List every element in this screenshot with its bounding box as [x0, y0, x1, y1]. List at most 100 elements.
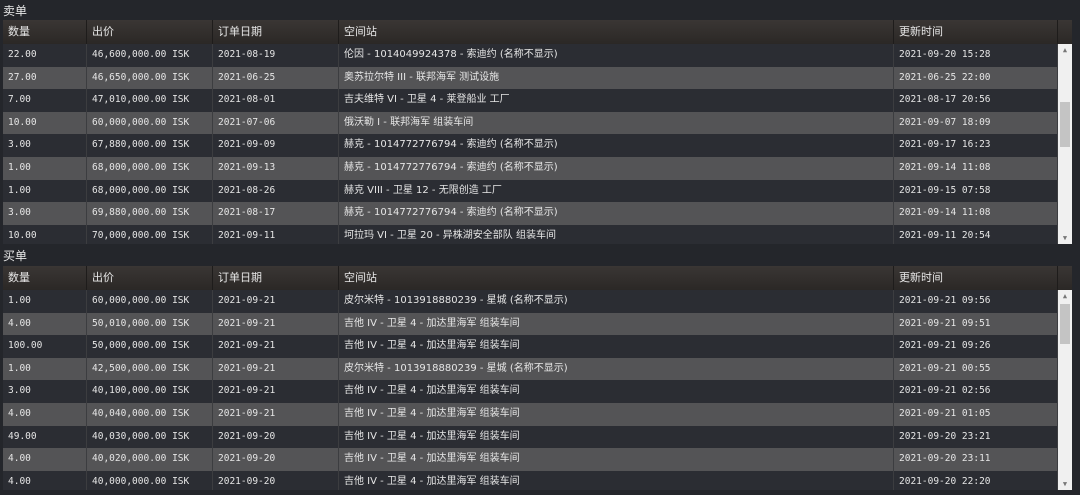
table-row[interactable]: 4.00 40,000,000.00 ISK 2021-09-20 吉他 IV - 卫… — [3, 470, 1072, 490]
quantity-cell: 10.00 — [3, 224, 87, 244]
table-row[interactable]: 3.00 67,880,000.00 ISK 2021-09-09 赫克 - 1014… — [3, 134, 1072, 157]
price-cell: 40,030,000.00 ISK — [87, 425, 213, 449]
station-cell: 吉他 IV - 卫星 4 - 加达里海军 组装车间 — [339, 448, 894, 471]
price-cell: 70,000,000.00 ISK — [87, 224, 213, 244]
updated-cell: 2021-09-21 09:51 — [894, 312, 1058, 336]
table-row[interactable]: 10.00 70,000,000.00 ISK 2021-09-11 坷拉玛 VI -… — [3, 224, 1072, 244]
scroll-down-icon[interactable]: ▼ — [1058, 232, 1072, 244]
price-cell: 40,020,000.00 ISK — [87, 448, 213, 471]
table-row[interactable]: 10.00 60,000,000.00 ISK 2021-07-06 俄沃勒 I - … — [3, 111, 1072, 135]
table-row[interactable]: 22.00 46,600,000.00 ISK 2021-08-19 伦因 - 101… — [3, 44, 1072, 67]
table-row[interactable]: 1.00 42,500,000.00 ISK 2021-09-21 皮尔米特 - 10… — [3, 357, 1072, 381]
scrollbar-thumb[interactable] — [1060, 304, 1070, 344]
scroll-up-icon[interactable]: ▲ — [1058, 44, 1072, 56]
table-header: 数量 出价 订单日期 空间站 更新时间 — [3, 20, 1072, 44]
updated-cell: 2021-09-20 22:20 — [894, 470, 1058, 490]
table-row[interactable]: 4.00 50,010,000.00 ISK 2021-09-21 吉他 IV - 卫… — [3, 312, 1072, 336]
scrollbar-thumb[interactable] — [1060, 102, 1070, 148]
price-cell: 47,010,000.00 ISK — [87, 89, 213, 112]
quantity-cell: 1.00 — [3, 156, 87, 180]
quantity-cell: 3.00 — [3, 380, 87, 403]
sell-orders-table: 数量 出价 订单日期 空间站 更新时间 22.00 46,600,000.00 I… — [3, 20, 1072, 244]
column-header-quantity[interactable]: 数量 — [3, 266, 87, 290]
scrollbar[interactable]: ▲ ▼ — [1058, 290, 1072, 490]
quantity-cell: 1.00 — [3, 179, 87, 203]
table-row[interactable]: 1.00 60,000,000.00 ISK 2021-09-21 皮尔米特 - 10… — [3, 290, 1072, 313]
station-cell: 吉他 IV - 卫星 4 - 加达里海军 组装车间 — [339, 335, 894, 358]
price-cell: 46,650,000.00 ISK — [87, 66, 213, 90]
price-cell: 60,000,000.00 ISK — [87, 111, 213, 135]
column-header-order-date[interactable]: 订单日期 — [213, 266, 339, 290]
station-cell: 皮尔米特 - 1013918880239 - 星城 (名称不显示) — [339, 290, 894, 313]
sell-orders-title: 卖单 — [3, 4, 28, 18]
column-header-updated[interactable]: 更新时间 — [894, 20, 1058, 44]
quantity-cell: 100.00 — [3, 335, 87, 358]
order-date-cell: 2021-08-17 — [213, 202, 339, 225]
price-cell: 68,000,000.00 ISK — [87, 179, 213, 203]
order-date-cell: 2021-08-26 — [213, 179, 339, 203]
scroll-down-icon[interactable]: ▼ — [1058, 478, 1072, 490]
order-date-cell: 2021-09-13 — [213, 156, 339, 180]
table-row[interactable]: 49.00 40,030,000.00 ISK 2021-09-20 吉他 IV - … — [3, 425, 1072, 449]
price-cell: 46,600,000.00 ISK — [87, 44, 213, 67]
station-cell: 皮尔米特 - 1013918880239 - 星城 (名称不显示) — [339, 357, 894, 381]
updated-cell: 2021-09-14 11:08 — [894, 202, 1058, 225]
order-date-cell: 2021-09-21 — [213, 312, 339, 336]
updated-cell: 2021-09-07 18:09 — [894, 111, 1058, 135]
quantity-cell: 4.00 — [3, 470, 87, 490]
updated-cell: 2021-09-20 15:28 — [894, 44, 1058, 67]
updated-cell: 2021-09-21 09:26 — [894, 335, 1058, 358]
table-row[interactable]: 1.00 68,000,000.00 ISK 2021-08-26 赫克 VIII -… — [3, 179, 1072, 203]
column-header-price[interactable]: 出价 — [87, 20, 213, 44]
column-header-station[interactable]: 空间站 — [339, 266, 894, 290]
scrollbar[interactable]: ▲ ▼ — [1058, 44, 1072, 244]
scroll-up-icon[interactable]: ▲ — [1058, 290, 1072, 302]
price-cell: 50,000,000.00 ISK — [87, 335, 213, 358]
table-row[interactable]: 4.00 40,040,000.00 ISK 2021-09-21 吉他 IV - 卫… — [3, 402, 1072, 426]
order-date-cell: 2021-09-09 — [213, 134, 339, 157]
table-row[interactable]: 3.00 40,100,000.00 ISK 2021-09-21 吉他 IV - 卫… — [3, 380, 1072, 403]
order-date-cell: 2021-09-21 — [213, 335, 339, 358]
price-cell: 50,010,000.00 ISK — [87, 312, 213, 336]
table-row[interactable]: 100.00 50,000,000.00 ISK 2021-09-21 吉他 IV -… — [3, 335, 1072, 358]
price-cell: 40,100,000.00 ISK — [87, 380, 213, 403]
updated-cell: 2021-06-25 22:00 — [894, 66, 1058, 90]
table-body: 1.00 60,000,000.00 ISK 2021-09-21 皮尔米特 - 10… — [3, 290, 1072, 490]
table-row[interactable]: 4.00 40,020,000.00 ISK 2021-09-20 吉他 IV - 卫… — [3, 448, 1072, 471]
order-date-cell: 2021-09-21 — [213, 380, 339, 403]
table-row[interactable]: 7.00 47,010,000.00 ISK 2021-08-01 吉夫维特 VI -… — [3, 89, 1072, 112]
column-header-price[interactable]: 出价 — [87, 266, 213, 290]
column-header-order-date[interactable]: 订单日期 — [213, 20, 339, 44]
quantity-cell: 27.00 — [3, 66, 87, 90]
updated-cell: 2021-09-17 16:23 — [894, 134, 1058, 157]
quantity-cell: 7.00 — [3, 89, 87, 112]
order-date-cell: 2021-09-20 — [213, 425, 339, 449]
station-cell: 吉他 IV - 卫星 4 - 加达里海军 组装车间 — [339, 470, 894, 490]
station-cell: 吉他 IV - 卫星 4 - 加达里海军 组装车间 — [339, 380, 894, 403]
updated-cell: 2021-09-20 23:21 — [894, 425, 1058, 449]
updated-cell: 2021-09-15 07:58 — [894, 179, 1058, 203]
updated-cell: 2021-09-11 20:54 — [894, 224, 1058, 244]
table-header: 数量 出价 订单日期 空间站 更新时间 — [3, 266, 1072, 290]
station-cell: 坷拉玛 VI - 卫星 20 - 异株湖安全部队 组装车间 — [339, 224, 894, 244]
updated-cell: 2021-09-21 00:55 — [894, 357, 1058, 381]
buy-orders-table: 数量 出价 订单日期 空间站 更新时间 1.00 60,000,000.00 IS… — [3, 266, 1072, 490]
column-header-updated[interactable]: 更新时间 — [894, 266, 1058, 290]
price-cell: 67,880,000.00 ISK — [87, 134, 213, 157]
station-cell: 俄沃勒 I - 联邦海军 组装车间 — [339, 111, 894, 135]
column-header-station[interactable]: 空间站 — [339, 20, 894, 44]
buy-orders-title: 买单 — [3, 249, 28, 263]
station-cell: 赫克 - 1014772776794 - 索迪约 (名称不显示) — [339, 134, 894, 157]
table-row[interactable]: 1.00 68,000,000.00 ISK 2021-09-13 赫克 - 1014… — [3, 156, 1072, 180]
table-row[interactable]: 3.00 69,880,000.00 ISK 2021-08-17 赫克 - 1014… — [3, 202, 1072, 225]
quantity-cell: 1.00 — [3, 290, 87, 313]
price-cell: 69,880,000.00 ISK — [87, 202, 213, 225]
column-header-quantity[interactable]: 数量 — [3, 20, 87, 44]
price-cell: 40,000,000.00 ISK — [87, 470, 213, 490]
station-cell: 吉夫维特 VI - 卫星 4 - 莱登船业 工厂 — [339, 89, 894, 112]
quantity-cell: 10.00 — [3, 111, 87, 135]
station-cell: 赫克 VIII - 卫星 12 - 无限创造 工厂 — [339, 179, 894, 203]
quantity-cell: 4.00 — [3, 448, 87, 471]
price-cell: 60,000,000.00 ISK — [87, 290, 213, 313]
table-row[interactable]: 27.00 46,650,000.00 ISK 2021-06-25 奥苏拉尔特 II… — [3, 66, 1072, 90]
